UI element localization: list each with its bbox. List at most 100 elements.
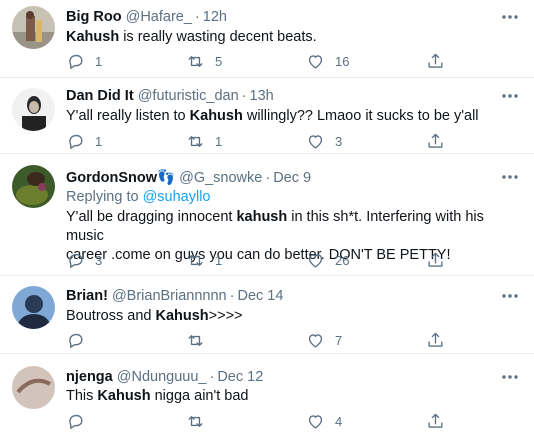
reply-icon — [69, 333, 83, 348]
share-button[interactable] — [426, 250, 445, 270]
retweet-button[interactable] — [186, 411, 215, 431]
share-button[interactable] — [426, 411, 445, 431]
text-segment: Boutross and — [66, 308, 156, 324]
retweet-icon — [188, 334, 203, 346]
reply-button[interactable]: 1 — [66, 51, 102, 71]
share-button[interactable] — [426, 330, 445, 350]
timestamp[interactable]: Dec 14 — [237, 288, 283, 304]
text-segment: is really wasting decent beats. — [119, 29, 317, 45]
separator-dot: · — [241, 88, 247, 104]
tweet[interactable]: njenga @Ndunguuu_ · Dec 12 This Kahush nig… — [0, 354, 534, 437]
reply-icon — [69, 54, 83, 69]
name-emoji: 👣 — [157, 170, 176, 186]
text-segment: This — [66, 388, 98, 404]
retweet-icon — [188, 135, 203, 147]
text-segment: nigga ain't bad — [150, 388, 249, 404]
action-bar: 7 — [66, 330, 456, 350]
highlighted-term: Kahush — [189, 108, 243, 124]
like-count: 26 — [335, 252, 350, 268]
like-button[interactable]: 3 — [306, 131, 342, 151]
replying-to-label: Replying to — [66, 189, 139, 205]
separator-dot: · — [265, 170, 271, 186]
tweet-text: This Kahush nigga ain't bad — [66, 387, 506, 406]
share-button[interactable] — [426, 131, 445, 151]
avatar[interactable] — [12, 6, 55, 49]
retweet-count: 5 — [215, 53, 223, 69]
tweet-text: Y'all really listen to Kahush willingly?… — [66, 107, 506, 126]
like-count: 3 — [335, 133, 343, 149]
timestamp[interactable]: 12h — [203, 9, 227, 25]
like-button[interactable]: 4 — [306, 411, 342, 431]
reply-button[interactable]: 3 — [66, 250, 102, 270]
action-bar: 1 5 16 — [66, 51, 456, 71]
reply-button[interactable]: 1 — [66, 131, 102, 151]
text-segment: >>>> — [208, 308, 243, 324]
like-icon — [308, 253, 323, 268]
display-name[interactable]: Dan Did It — [66, 88, 134, 104]
replying-to: Replying to @suhayllo — [66, 189, 211, 205]
highlighted-term: kahush — [236, 209, 288, 225]
timestamp[interactable]: 13h — [250, 88, 274, 104]
retweet-icon — [188, 55, 203, 67]
more-icon[interactable] — [500, 89, 520, 103]
tweet[interactable]: GordonSnow👣 @G_snowke · Dec 9 Replying to … — [0, 154, 534, 276]
retweet-button[interactable]: 5 — [186, 51, 222, 71]
like-icon — [308, 54, 323, 69]
replying-to-handle[interactable]: @suhayllo — [143, 189, 211, 205]
reply-icon — [69, 414, 83, 429]
display-name[interactable]: njenga — [66, 369, 113, 385]
tweet[interactable]: Dan Did It @futuristic_dan · 13h Y'all rea… — [0, 78, 534, 154]
reply-button[interactable] — [66, 330, 95, 350]
user-handle[interactable]: @Hafare_ — [126, 9, 192, 25]
more-icon[interactable] — [500, 370, 520, 384]
avatar[interactable] — [12, 88, 55, 131]
tweet-header: Brian! @BrianBriannnnn · Dec 14 — [66, 288, 283, 304]
avatar[interactable] — [12, 366, 55, 409]
avatar[interactable] — [12, 165, 55, 208]
retweet-icon — [188, 254, 203, 266]
retweet-button[interactable]: 1 — [186, 131, 222, 151]
like-count: 16 — [335, 53, 350, 69]
reply-button[interactable] — [66, 411, 95, 431]
share-icon — [428, 413, 443, 428]
highlighted-term: Kahush — [66, 29, 120, 45]
retweet-count: 1 — [215, 133, 223, 149]
like-button[interactable]: 7 — [306, 330, 342, 350]
reply-count: 1 — [95, 53, 103, 69]
user-handle[interactable]: @BrianBriannnnn — [112, 288, 227, 304]
text-segment: Y'all be dragging innocent — [66, 209, 237, 225]
like-button[interactable]: 16 — [306, 51, 349, 71]
text-segment: Y'all really listen to — [66, 108, 190, 124]
tweet-header: Dan Did It @futuristic_dan · 13h — [66, 88, 274, 104]
more-icon[interactable] — [500, 170, 520, 184]
more-icon[interactable] — [500, 289, 520, 303]
user-handle[interactable]: @G_snowke — [179, 170, 262, 186]
tweet-header: GordonSnow👣 @G_snowke · Dec 9 — [66, 169, 311, 186]
retweet-count: 1 — [215, 252, 223, 268]
tweet-text: Boutross and Kahush>>>> — [66, 307, 506, 326]
user-handle[interactable]: @futuristic_dan — [138, 88, 239, 104]
tweet[interactable]: Big Roo @Hafare_ · 12h Kahush is really wa… — [0, 0, 534, 78]
share-icon — [428, 133, 443, 148]
display-name[interactable]: GordonSnow — [66, 170, 157, 186]
retweet-button[interactable]: 1 — [186, 250, 222, 270]
timestamp[interactable]: Dec 9 — [273, 170, 311, 186]
user-handle[interactable]: @Ndunguuu_ — [117, 369, 207, 385]
share-icon — [428, 252, 443, 267]
share-icon — [428, 332, 443, 347]
tweet[interactable]: Brian! @BrianBriannnnn · Dec 14 Boutross a… — [0, 276, 534, 354]
like-button[interactable]: 26 — [306, 250, 349, 270]
tweet-text: Kahush is really wasting decent beats. — [66, 28, 506, 47]
retweet-button[interactable] — [186, 330, 215, 350]
action-bar: 4 — [66, 411, 456, 431]
separator-dot: · — [209, 369, 215, 385]
like-icon — [308, 134, 323, 149]
display-name[interactable]: Brian! — [66, 288, 108, 304]
more-icon[interactable] — [500, 10, 520, 24]
share-button[interactable] — [426, 51, 445, 71]
share-icon — [428, 53, 443, 68]
timestamp[interactable]: Dec 12 — [217, 369, 263, 385]
display-name[interactable]: Big Roo — [66, 9, 122, 25]
avatar[interactable] — [12, 286, 55, 329]
separator-dot: · — [194, 9, 200, 25]
